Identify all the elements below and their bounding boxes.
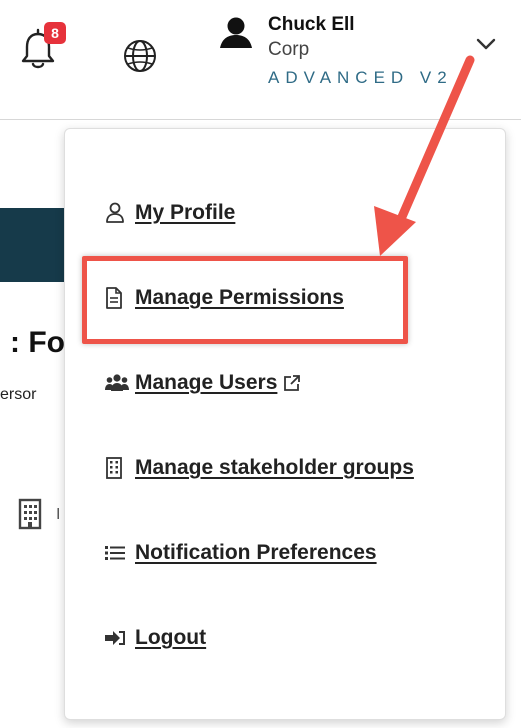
globe-icon	[124, 40, 156, 72]
background-fragment: I	[56, 506, 61, 523]
menu-item-label: Manage stakeholder groups	[135, 456, 414, 479]
menu-item-notification-preferences[interactable]: Notification Preferences	[105, 533, 377, 573]
menu-item-label: Manage Users	[135, 371, 278, 394]
menu-item-label: My Profile	[135, 201, 236, 224]
menu-item-manage-stakeholder-groups[interactable]: Manage stakeholder groups	[105, 448, 414, 488]
background-subtext: ersor	[0, 386, 37, 403]
background-building-icon	[16, 498, 44, 530]
chevron-down-icon	[476, 38, 496, 50]
highlight-box	[82, 256, 408, 344]
header-divider	[0, 119, 521, 120]
user-avatar[interactable]	[216, 12, 256, 52]
user-organization: Corp	[268, 39, 310, 60]
users-icon	[105, 373, 135, 393]
user-menu-toggle[interactable]	[474, 32, 498, 56]
external-link-icon	[283, 374, 301, 392]
top-header: 8 Chuck Ell Corp ADVANCED V2	[0, 0, 521, 120]
list-icon	[105, 545, 135, 561]
logout-icon	[105, 630, 135, 646]
user-avatar-icon	[217, 13, 255, 51]
menu-item-logout[interactable]: Logout	[105, 618, 206, 658]
user-dropdown-menu: My Profile Manage Permissions Manage Use	[64, 128, 506, 720]
menu-item-my-profile[interactable]: My Profile	[105, 193, 235, 233]
background-heading: : Fo	[10, 326, 65, 359]
user-outline-icon	[105, 202, 135, 224]
menu-item-manage-users[interactable]: Manage Users	[105, 363, 301, 403]
background-banner	[0, 208, 70, 282]
menu-item-label: Notification Preferences	[135, 541, 377, 564]
user-plan-label: ADVANCED V2	[268, 68, 453, 87]
user-name[interactable]: Chuck Ell	[268, 14, 355, 36]
notification-count-badge: 8	[44, 22, 66, 44]
menu-item-label: Logout	[135, 626, 207, 649]
language-button[interactable]	[122, 38, 158, 74]
building-icon	[105, 457, 135, 479]
